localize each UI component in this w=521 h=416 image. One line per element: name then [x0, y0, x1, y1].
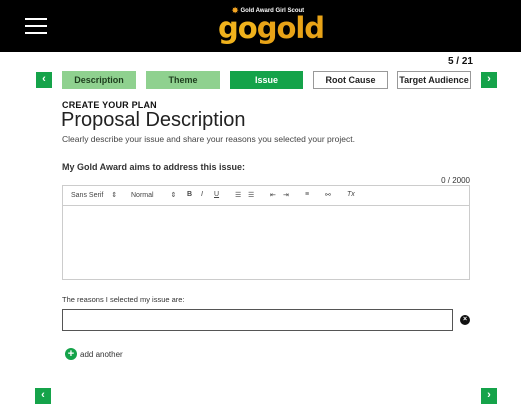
step-tab-target-audience[interactable]: Target Audience — [397, 71, 471, 89]
add-another-label: add another — [80, 349, 123, 359]
clear-format-icon[interactable]: Tx — [347, 191, 355, 198]
reasons-label: The reasons I selected my issue are: — [62, 295, 185, 304]
indent-increase-icon[interactable]: ⇥ — [283, 191, 289, 199]
step-tab-description[interactable]: Description — [62, 71, 136, 89]
next-page-button[interactable]: › — [481, 388, 497, 404]
gogold-logo[interactable]: ✸ Gold Award Girl Scout gogold — [218, 6, 325, 46]
clear-reason-icon[interactable]: × — [460, 315, 470, 325]
add-another-button[interactable]: + add another — [65, 348, 123, 360]
font-size-select[interactable]: Normal ⇕ — [131, 191, 176, 199]
top-header-bar: ✸ Gold Award Girl Scout gogold — [0, 0, 521, 52]
select-arrow-icon: ⇕ — [170, 192, 177, 199]
page-title: Proposal Description — [61, 109, 246, 131]
logo-gold: gold — [256, 11, 325, 45]
link-icon[interactable]: ⚯ — [325, 191, 331, 199]
select-arrow-icon: ⇕ — [111, 192, 118, 199]
previous-step-button[interactable]: ‹ — [36, 72, 52, 88]
issue-question-label: My Gold Award aims to address this issue… — [62, 162, 246, 172]
editor-text-area[interactable] — [63, 206, 469, 280]
font-family-value: Sans Serif — [71, 192, 104, 199]
font-size-value: Normal — [131, 192, 154, 199]
font-family-select[interactable]: Sans Serif ⇕ — [71, 191, 117, 199]
step-counter: 5 / 21 — [447, 56, 473, 67]
hamburger-menu-icon[interactable] — [25, 18, 47, 34]
underline-icon[interactable]: U — [214, 191, 219, 198]
issue-rich-text-editor: Sans Serif ⇕ Normal ⇕ B I U ☰ ☰ ⇤ ⇥ ≡ ⚯ … — [62, 185, 470, 280]
step-tab-root-cause[interactable]: Root Cause — [313, 71, 388, 89]
align-icon[interactable]: ≡ — [305, 191, 309, 198]
reasons-input[interactable] — [62, 309, 453, 331]
editor-toolbar: Sans Serif ⇕ Normal ⇕ B I U ☰ ☰ ⇤ ⇥ ≡ ⚯ … — [63, 186, 469, 206]
step-tab-issue[interactable]: Issue — [230, 71, 303, 89]
step-tab-theme[interactable]: Theme — [146, 71, 220, 89]
ordered-list-icon[interactable]: ☰ — [235, 191, 241, 199]
bullet-list-icon[interactable]: ☰ — [248, 191, 254, 199]
character-count: 0 / 2000 — [441, 176, 470, 185]
add-circle-icon: + — [65, 348, 77, 360]
indent-decrease-icon[interactable]: ⇤ — [270, 191, 276, 199]
bold-icon[interactable]: B — [187, 191, 192, 198]
logo-wordmark: gogold — [218, 11, 325, 45]
previous-page-button[interactable]: ‹ — [35, 388, 51, 404]
italic-icon[interactable]: I — [201, 191, 203, 198]
logo-go: go — [218, 11, 258, 45]
page-subtitle: Clearly describe your issue and share yo… — [62, 134, 355, 144]
next-step-button[interactable]: › — [481, 72, 497, 88]
